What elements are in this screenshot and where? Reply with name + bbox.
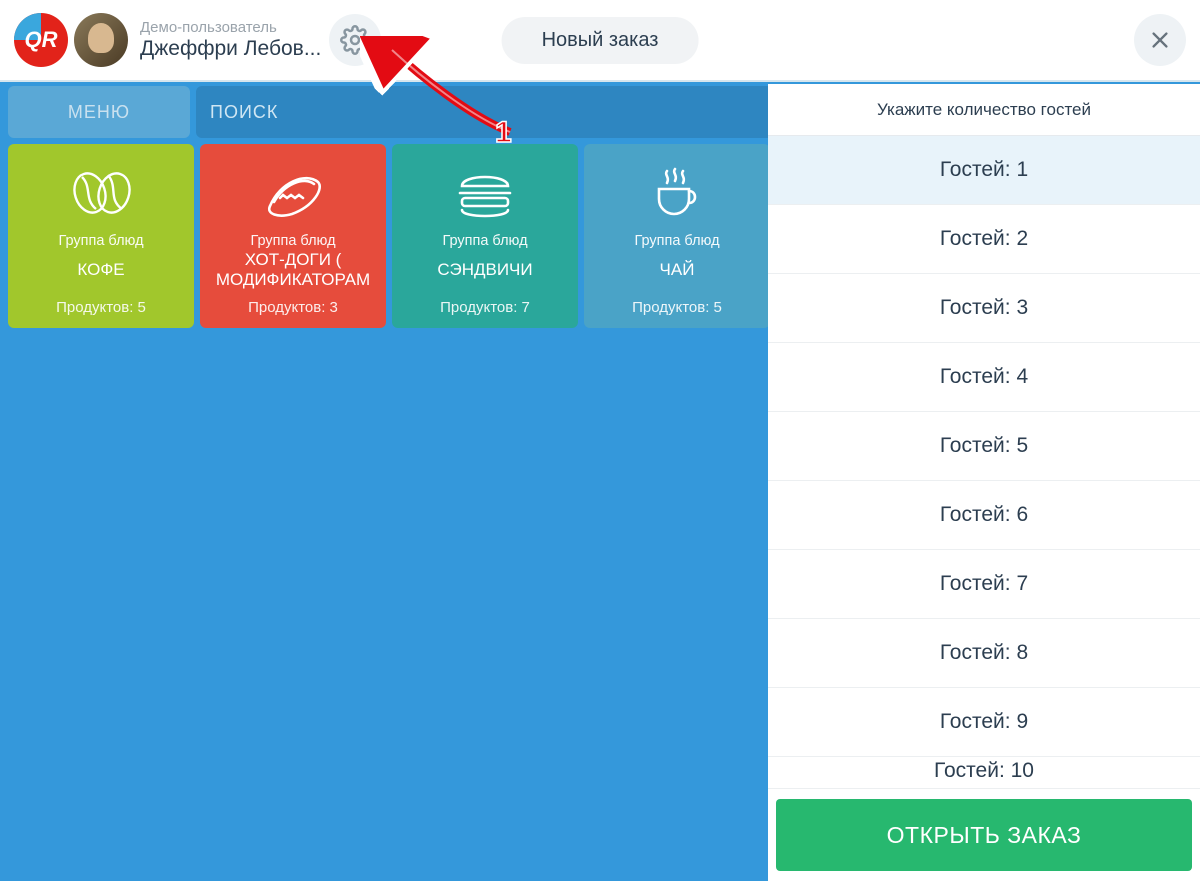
gear-icon [340,25,370,55]
guest-row-2[interactable]: Гостей: 2 [768,205,1200,274]
category-tile-coffee[interactable]: Группа блюд КОФЕ Продуктов: 5 [8,144,194,328]
new-order-label: Новый заказ [542,29,659,51]
tile-count: Продуктов: 5 [56,299,146,316]
tile-subtitle: Группа блюд [250,233,335,249]
tile-subtitle: Группа блюд [442,233,527,249]
open-order-label: ОТКРЫТЬ ЗАКАЗ [887,822,1082,848]
tile-title: ЧАЙ [656,251,699,289]
new-order-pill[interactable]: Новый заказ [502,17,699,64]
app-header: QR Демо-пользователь Джеффри Лебов... Но… [0,0,1200,82]
menu-button-label: МЕНЮ [68,102,130,123]
guest-row-3[interactable]: Гостей: 3 [768,274,1200,343]
menu-button[interactable]: МЕНЮ [8,86,190,138]
tile-title: СЭНДВИЧИ [433,251,536,289]
tile-count: Продуктов: 5 [632,299,722,316]
user-role-label: Демо-пользователь [140,19,321,36]
tile-title: ХОТ-ДОГИ ( МОДИФИКАТОРАМ [200,251,386,289]
open-order-wrap: ОТКРЫТЬ ЗАКАЗ [768,793,1200,881]
guest-list: Гостей: 1 Гостей: 2 Гостей: 3 Гостей: 4 … [768,136,1200,793]
guest-row-10[interactable]: Гостей: 10 [768,757,1200,789]
guest-row-7[interactable]: Гостей: 7 [768,550,1200,619]
user-name-label: Джеффри Лебов... [140,37,321,61]
guest-row-4[interactable]: Гостей: 4 [768,343,1200,412]
category-tile-sandwich[interactable]: Группа блюд СЭНДВИЧИ Продуктов: 7 [392,144,578,328]
guest-row-9[interactable]: Гостей: 9 [768,688,1200,757]
tile-title: КОФЕ [73,251,128,289]
open-order-button[interactable]: ОТКРЫТЬ ЗАКАЗ [776,799,1192,871]
tea-cup-icon [649,160,705,225]
tile-subtitle: Группа блюд [58,233,143,249]
category-tile-hotdogs[interactable]: Группа блюд ХОТ-ДОГИ ( МОДИФИКАТОРАМ Про… [200,144,386,328]
guest-panel: Укажите количество гостей Гостей: 1 Гост… [768,84,1200,881]
guest-row-5[interactable]: Гостей: 5 [768,412,1200,481]
avatar[interactable] [74,13,128,67]
guest-row-6[interactable]: Гостей: 6 [768,481,1200,550]
category-tile-tea[interactable]: Группа блюд ЧАЙ Продуктов: 5 [584,144,770,328]
guest-row-8[interactable]: Гостей: 8 [768,619,1200,688]
guest-panel-title: Укажите количество гостей [877,100,1091,120]
close-button[interactable] [1134,14,1186,66]
tile-count: Продуктов: 3 [248,299,338,316]
close-icon [1149,29,1171,51]
user-block[interactable]: Демо-пользователь Джеффри Лебов... [140,19,321,60]
hotdog-icon [258,160,328,225]
tile-count: Продуктов: 7 [440,299,530,316]
tile-subtitle: Группа блюд [634,233,719,249]
settings-button[interactable] [329,14,381,66]
app-logo: QR [14,13,68,67]
guest-panel-header: Укажите количество гостей [768,84,1200,136]
burger-icon [454,160,516,225]
guest-row-1[interactable]: Гостей: 1 [768,136,1200,205]
app-logo-text: QR [25,27,58,53]
coffee-bean-icon [68,160,134,225]
